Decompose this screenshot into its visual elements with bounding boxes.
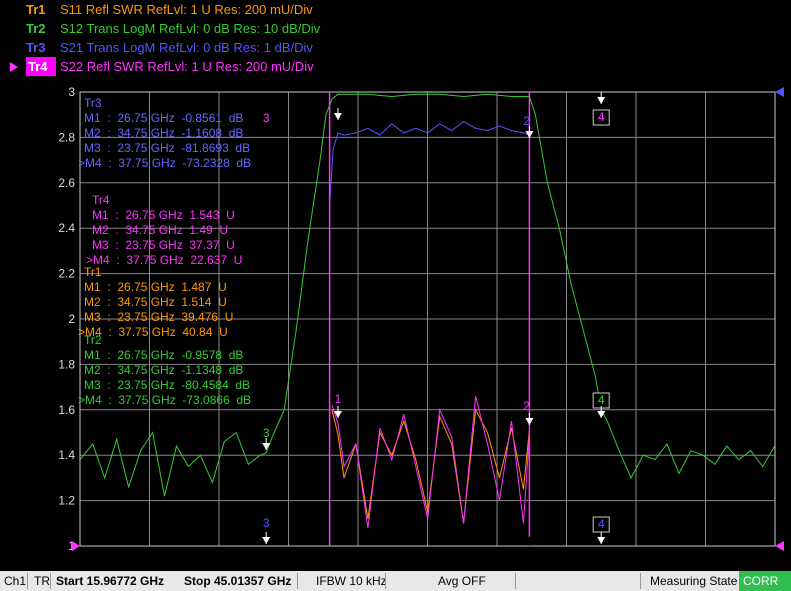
marker-3-label: 3 xyxy=(263,426,270,440)
y-tick-label: 3 xyxy=(68,85,75,99)
marker-tick-icon xyxy=(525,537,534,545)
marker-table-title: Tr2 xyxy=(84,333,102,347)
marker-table-tr3: Tr3 M1 : 26.75 GHz -0.8561 dB M2 : 34.75 G… xyxy=(78,96,251,171)
trace-description: S21 Trans LogM RefLvl: 0 dB Res: 1 dB/Di… xyxy=(60,40,313,55)
marker-table-row: M1 : 26.75 GHz -0.8561 dB xyxy=(84,111,244,125)
trace-description: S11 Refl SWR RefLvl: 1 U Res: 200 mU/Div xyxy=(60,2,313,17)
trace-tr4 xyxy=(331,396,530,528)
marker-tick-icon xyxy=(333,537,342,545)
trace-id[interactable]: Tr2 xyxy=(26,19,52,38)
y-tick-label: 2.4 xyxy=(58,221,75,235)
marker-table-title: Tr3 xyxy=(84,96,102,110)
marker-table-row: M2 : 34.75 GHz 1.514 U xyxy=(84,295,227,309)
marker-table-title: Tr1 xyxy=(84,265,102,279)
y-tick-label: 1.8 xyxy=(58,357,75,371)
marker-2-label: 2 xyxy=(523,399,530,413)
marker-table-title: Tr4 xyxy=(92,193,110,207)
marker-table-row: >M4 : 37.75 GHz -73.0866 dB xyxy=(78,393,252,407)
marker-table-row: M2 : 34.75 GHz -1.1608 dB xyxy=(84,126,244,140)
status-bar: Ch1 TR Start 15.96772 GHz Stop 45.01357 … xyxy=(0,571,791,591)
measuring-state: Measuring State xyxy=(650,574,738,588)
trace-id[interactable]: Tr3 xyxy=(26,38,52,57)
marker-pointer-icon xyxy=(333,113,342,120)
marker-3-label: 3 xyxy=(263,516,270,530)
marker-1-label: 1 xyxy=(335,392,342,406)
trace-tr3 xyxy=(329,120,530,206)
marker-pointer-icon xyxy=(597,97,606,104)
active-trace-arrow-icon xyxy=(10,62,18,72)
y-tick-label: 1.4 xyxy=(58,448,75,462)
marker-table-row: M2 : 34.75 GHz -1.1348 dB xyxy=(84,363,244,377)
marker-table-row: M1 : 26.75 GHz 1.487 U xyxy=(84,280,227,294)
marker-4-label: 4 xyxy=(598,110,605,124)
marker-table-row: >M4 : 37.75 GHz -73.2328 dB xyxy=(78,156,252,170)
trace-id[interactable]: Tr4 xyxy=(26,57,56,76)
trace-description: S22 Refl SWR RefLvl: 1 U Res: 200 mU/Div xyxy=(60,59,314,74)
marker-table-row: M3 : 23.75 GHz -81.8693 dB xyxy=(84,141,251,155)
marker-4-label: 4 xyxy=(598,393,605,407)
channel-label[interactable]: Ch1 xyxy=(0,571,30,591)
y-tick-label: 1.6 xyxy=(58,403,75,417)
marker-table-row: M3 : 23.75 GHz 37.37 U xyxy=(92,238,235,252)
marker-table-tr2: Tr2 M1 : 26.75 GHz -0.9578 dB M2 : 34.75 G… xyxy=(78,333,251,408)
y-tick-label: 2.2 xyxy=(58,267,75,281)
trace-tr1 xyxy=(331,408,530,524)
marker-pointer-icon xyxy=(525,418,534,425)
marker-table-row: M3 : 23.75 GHz 39.476 U xyxy=(84,310,234,324)
y-tick-label: 1.2 xyxy=(58,494,75,508)
trace-description: S12 Trans LogM RefLvl: 0 dB Res: 10 dB/D… xyxy=(60,21,321,36)
marker-2-label: 2 xyxy=(523,114,530,128)
start-frequency[interactable]: Start 15.96772 GHz xyxy=(52,571,168,591)
marker-3-label: 3 xyxy=(263,111,270,125)
ref-level-arrow-icon xyxy=(775,87,784,97)
stop-frequency[interactable]: Stop 45.01357 GHz xyxy=(180,571,295,591)
averaging-setting[interactable]: Avg OFF xyxy=(434,571,490,591)
y-tick-label: 2 xyxy=(68,312,75,326)
marker-table-tr1: Tr1 M1 : 26.75 GHz 1.487 U M2 : 34.75 GHz … xyxy=(78,265,234,340)
marker-table-tr4: Tr4 M1 : 26.75 GHz 1.543 U M2 : 34.75 GHz … xyxy=(86,193,242,268)
marker-table-row: M2 : 34.75 GHz 1.49 U xyxy=(92,223,229,237)
marker-table-row: M3 : 23.75 GHz -80.4584 dB xyxy=(84,378,251,392)
trace-id[interactable]: Tr1 xyxy=(26,0,52,19)
marker-table-row: M1 : 26.75 GHz -0.9578 dB xyxy=(84,348,244,362)
y-tick-label: 2.6 xyxy=(58,176,75,190)
marker-4-label: 4 xyxy=(598,517,605,531)
y-tick-label: 2.8 xyxy=(58,130,75,144)
ifbw-setting[interactable]: IFBW 10 kHz xyxy=(312,571,391,591)
marker-table-row: M1 : 26.75 GHz 1.543 U xyxy=(92,208,235,222)
ref-level-arrow-icon xyxy=(72,541,80,551)
ref-level-arrow-icon xyxy=(775,541,784,551)
correction-badge: CORR xyxy=(739,571,791,591)
